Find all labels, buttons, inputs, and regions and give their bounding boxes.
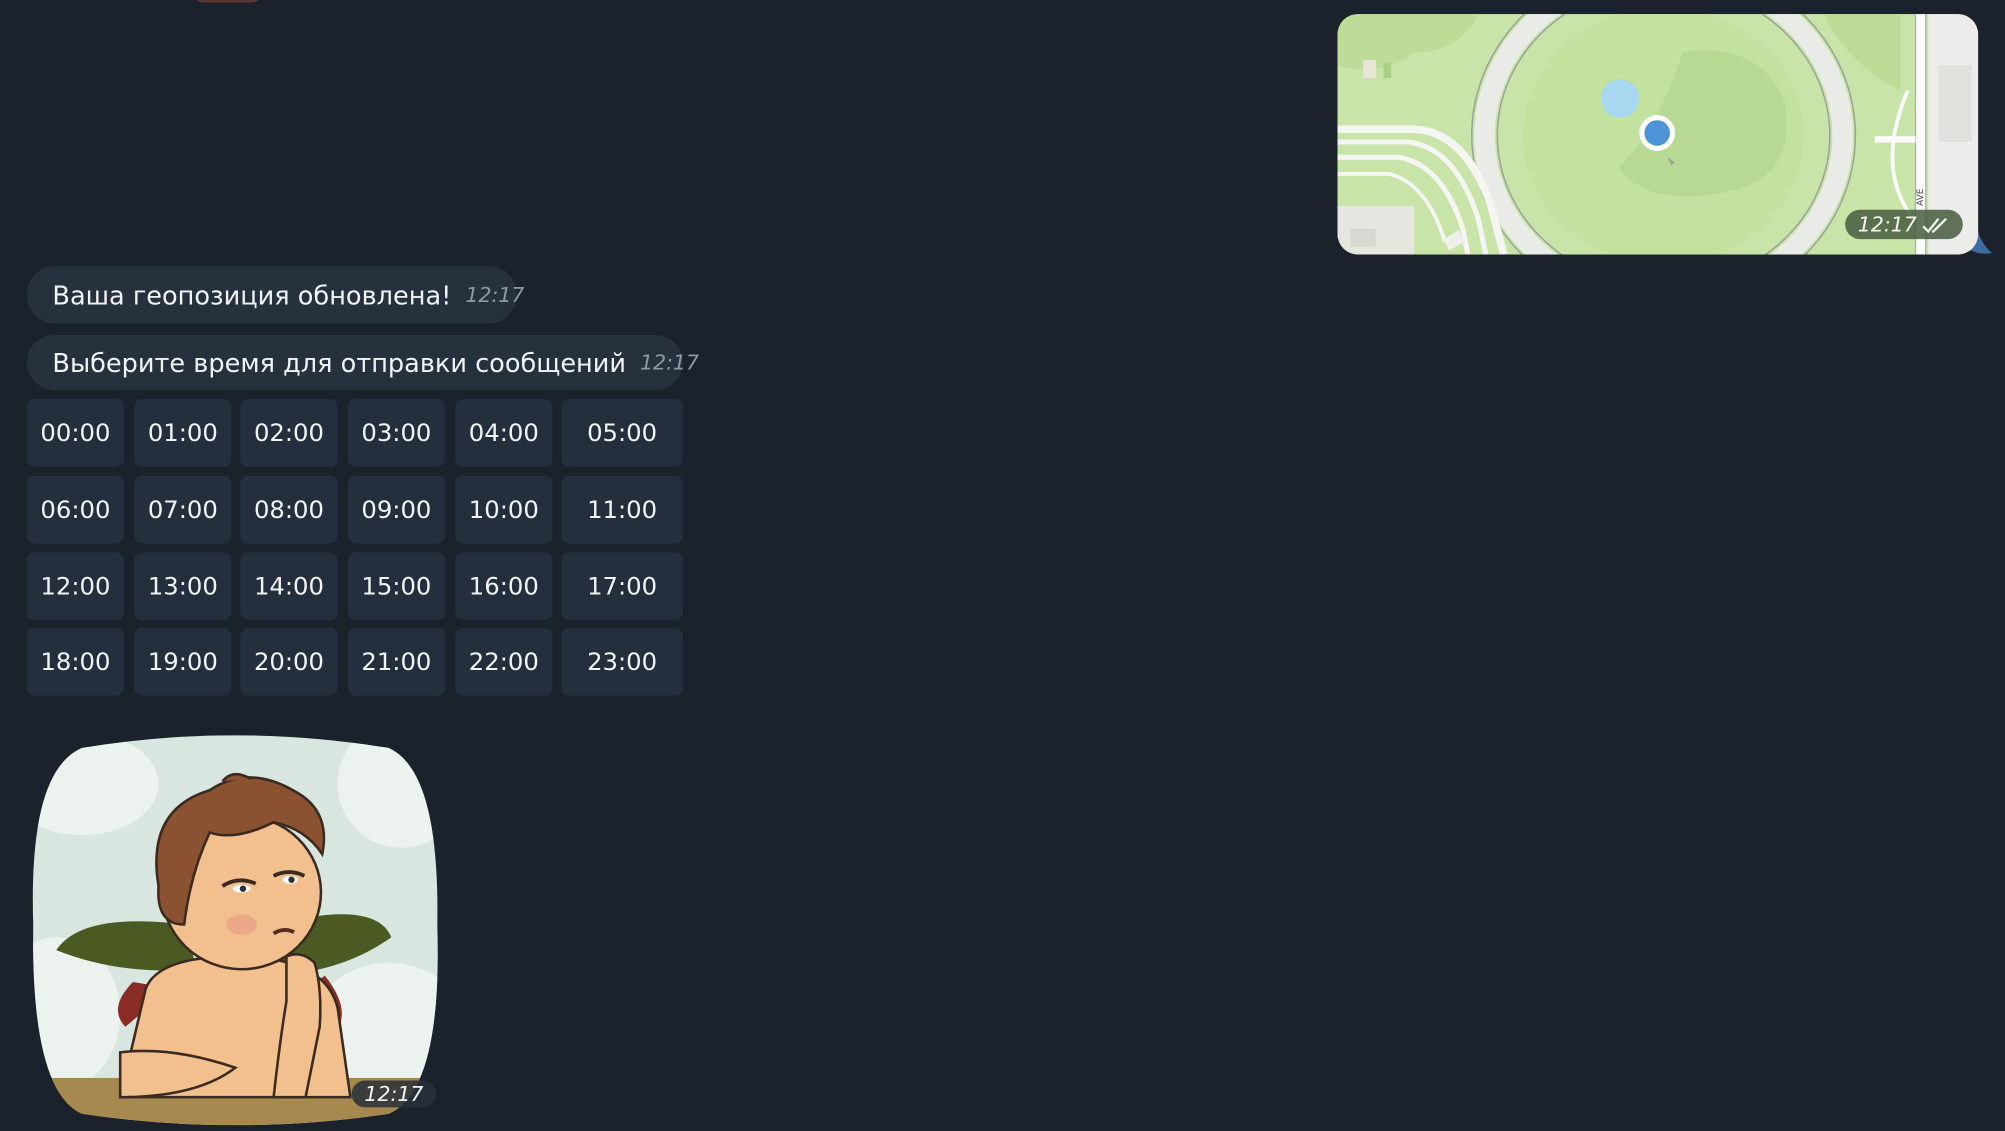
time-button[interactable]: 06:00 bbox=[26, 475, 125, 544]
time-button[interactable]: 23:00 bbox=[561, 627, 683, 696]
time-button[interactable]: 12:00 bbox=[26, 552, 125, 621]
timestamp-text: 12:17 bbox=[1857, 212, 1917, 237]
time-button[interactable]: 05:00 bbox=[561, 398, 683, 467]
street-label: AVE bbox=[1916, 188, 1926, 206]
time-button[interactable]: 14:00 bbox=[240, 552, 338, 621]
time-button[interactable]: 10:00 bbox=[455, 475, 553, 544]
time-button[interactable]: 08:00 bbox=[240, 475, 338, 544]
time-button[interactable]: 16:00 bbox=[455, 552, 553, 621]
sticker-timestamp: 12:17 bbox=[351, 1080, 437, 1108]
time-button[interactable]: 17:00 bbox=[561, 552, 683, 621]
incoming-message: Выберите время для отправки сообщений 12… bbox=[26, 335, 699, 391]
time-button[interactable]: 07:00 bbox=[134, 475, 232, 544]
message-text: Выберите время для отправки сообщений bbox=[52, 347, 627, 378]
time-button[interactable]: 19:00 bbox=[134, 627, 232, 696]
time-button[interactable]: 01:00 bbox=[134, 398, 232, 467]
map-preview[interactable]: AVE 12:17 bbox=[1337, 14, 1979, 255]
time-button[interactable]: 22:00 bbox=[455, 627, 553, 696]
time-button[interactable]: 02:00 bbox=[240, 398, 338, 467]
cherub-sticker-icon bbox=[32, 735, 438, 1126]
time-button[interactable]: 11:00 bbox=[561, 475, 683, 544]
chat-view: AVE 12:17 Ваша геопозиция обновлена! 12:… bbox=[0, 0, 2005, 1130]
time-button[interactable]: 20:00 bbox=[240, 627, 338, 696]
time-button[interactable]: 03:00 bbox=[347, 398, 445, 467]
message-timestamp: 12:17 bbox=[640, 349, 700, 375]
incoming-message: Ваша геопозиция обновлена! 12:17 bbox=[26, 265, 524, 324]
time-button[interactable]: 09:00 bbox=[347, 475, 445, 544]
time-button[interactable]: 13:00 bbox=[134, 552, 232, 621]
time-button[interactable]: 00:00 bbox=[26, 398, 125, 467]
message-timestamp: 12:17 bbox=[465, 281, 525, 307]
avatar-partial bbox=[191, 0, 264, 3]
time-button[interactable]: 04:00 bbox=[455, 398, 553, 467]
time-button[interactable]: 21:00 bbox=[347, 627, 445, 696]
message-timestamp: 12:17 bbox=[1845, 209, 1963, 240]
time-button[interactable]: 18:00 bbox=[26, 627, 125, 696]
time-button[interactable]: 15:00 bbox=[347, 552, 445, 621]
double-check-icon bbox=[1922, 217, 1947, 233]
message-text: Ваша геопозиция обновлена! bbox=[52, 279, 452, 311]
sticker-message[interactable] bbox=[31, 733, 440, 1126]
